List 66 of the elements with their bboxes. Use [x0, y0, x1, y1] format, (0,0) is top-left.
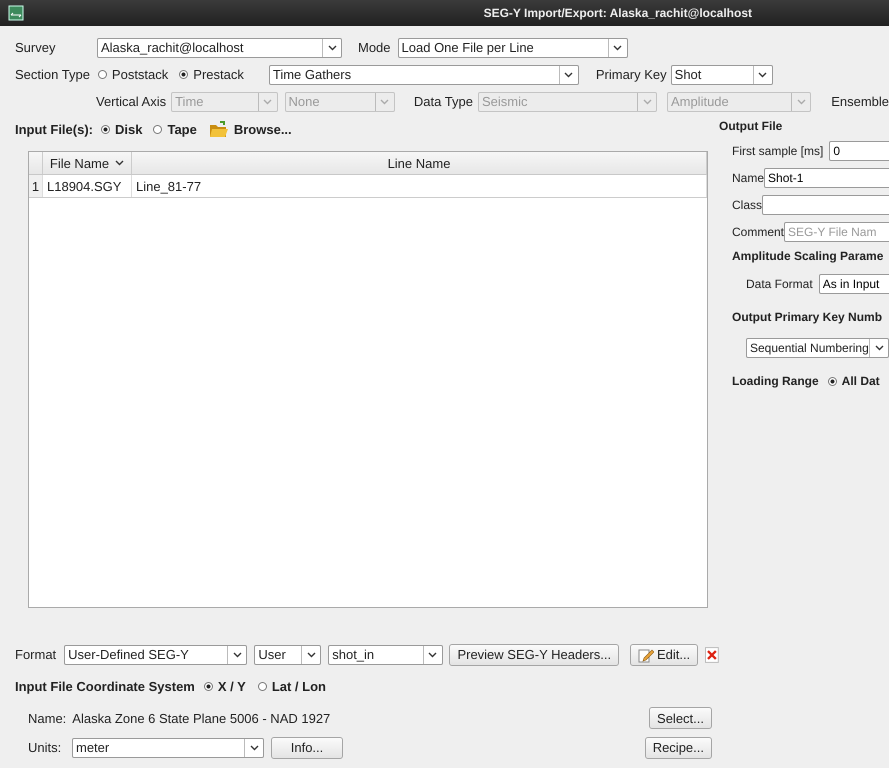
pencil-icon	[638, 646, 654, 662]
field-label: Name	[732, 170, 764, 184]
primary-key-combo[interactable]: Shot	[670, 64, 773, 84]
field-label: Data Type	[414, 94, 473, 109]
radio-button[interactable]	[179, 70, 188, 79]
field-label: Primary Key	[596, 67, 667, 82]
radio-button[interactable]	[828, 376, 837, 386]
section-label: Input File(s):	[15, 122, 93, 136]
radio-label[interactable]: X / Y	[218, 678, 246, 694]
format-user-combo[interactable]: User	[254, 644, 322, 664]
coordinate-system-name: Alaska Zone 6 State Plane 5006 - NAD 1927	[72, 710, 330, 726]
units-combo[interactable]: meter	[72, 738, 264, 758]
radio-button[interactable]	[98, 70, 107, 79]
field-label: First sample [ms]	[732, 144, 824, 158]
radio-button[interactable]	[258, 682, 267, 690]
select-button[interactable]: Select...	[649, 707, 712, 729]
first-sample-field[interactable]: 0	[829, 140, 889, 160]
field-label: Survey	[15, 40, 56, 55]
field-label: Units:	[28, 740, 62, 755]
radio-label[interactable]: All Dat	[842, 374, 880, 388]
radio-label[interactable]: Poststack	[112, 67, 168, 82]
field-label: Ensemble	[831, 94, 889, 109]
class-field[interactable]	[762, 194, 889, 214]
format-name-combo[interactable]: shot_in	[328, 644, 443, 664]
field-label: Data Format	[746, 277, 813, 291]
window-title: SEG-Y Import/Export: Alaska_rachit@localhost	[484, 6, 752, 20]
recipe-button[interactable]: Recipe...	[644, 736, 712, 758]
field-label: Section Type	[15, 67, 90, 82]
edit-button[interactable]: Edit...	[630, 644, 698, 666]
delete-icon[interactable]	[705, 646, 719, 662]
radio-label[interactable]: Prestack	[193, 67, 244, 82]
field-label: Comment	[732, 224, 784, 238]
browse-link[interactable]: Browse...	[208, 120, 292, 138]
gather-combo[interactable]: Time Gathers	[268, 64, 579, 84]
section-title: Output Primary Key Numb	[732, 310, 882, 324]
app-icon	[8, 5, 24, 21]
radio-button[interactable]	[101, 124, 110, 134]
format-combo[interactable]: User-Defined SEG-Y	[64, 644, 248, 664]
field-label: Format	[15, 647, 56, 662]
section-title: Output File	[719, 119, 782, 133]
field-label: Mode	[358, 40, 391, 55]
survey-combo[interactable]: Alaska_rachit@localhost	[97, 38, 342, 58]
field-label: Name:	[28, 710, 66, 726]
radio-label[interactable]: Disk	[115, 122, 142, 136]
column-header[interactable]: Line Name	[132, 152, 707, 174]
section-title: Amplitude Scaling Parame	[732, 249, 884, 263]
data-format-field[interactable]: As in Input	[818, 274, 889, 294]
field-label: Class	[732, 198, 762, 212]
mode-combo[interactable]: Load One File per Line	[398, 38, 628, 58]
info-button[interactable]: Info...	[271, 736, 343, 758]
folder-icon	[208, 120, 229, 138]
radio-button[interactable]	[204, 682, 213, 690]
table-cell: L18904.SGY	[43, 175, 132, 197]
section-label: Loading Range	[732, 374, 819, 388]
radio-label[interactable]: Tape	[167, 122, 197, 136]
table-cell: Line_81-77	[132, 175, 707, 197]
radio-label[interactable]: Lat / Lon	[272, 678, 326, 694]
name-field[interactable]: Shot-1	[764, 168, 889, 188]
column-header[interactable]: File Name	[43, 152, 132, 174]
radio-button[interactable]	[153, 124, 162, 134]
preview-button[interactable]: Preview SEG-Y Headers...	[449, 644, 620, 666]
field-label: Vertical Axis	[96, 94, 166, 109]
comment-field[interactable]: SEG-Y File Nam	[784, 222, 889, 242]
numbering-combo[interactable]: Sequential Numbering	[746, 338, 889, 358]
section-label: Input File Coordinate System	[15, 678, 195, 694]
row-number: 1	[29, 175, 43, 197]
